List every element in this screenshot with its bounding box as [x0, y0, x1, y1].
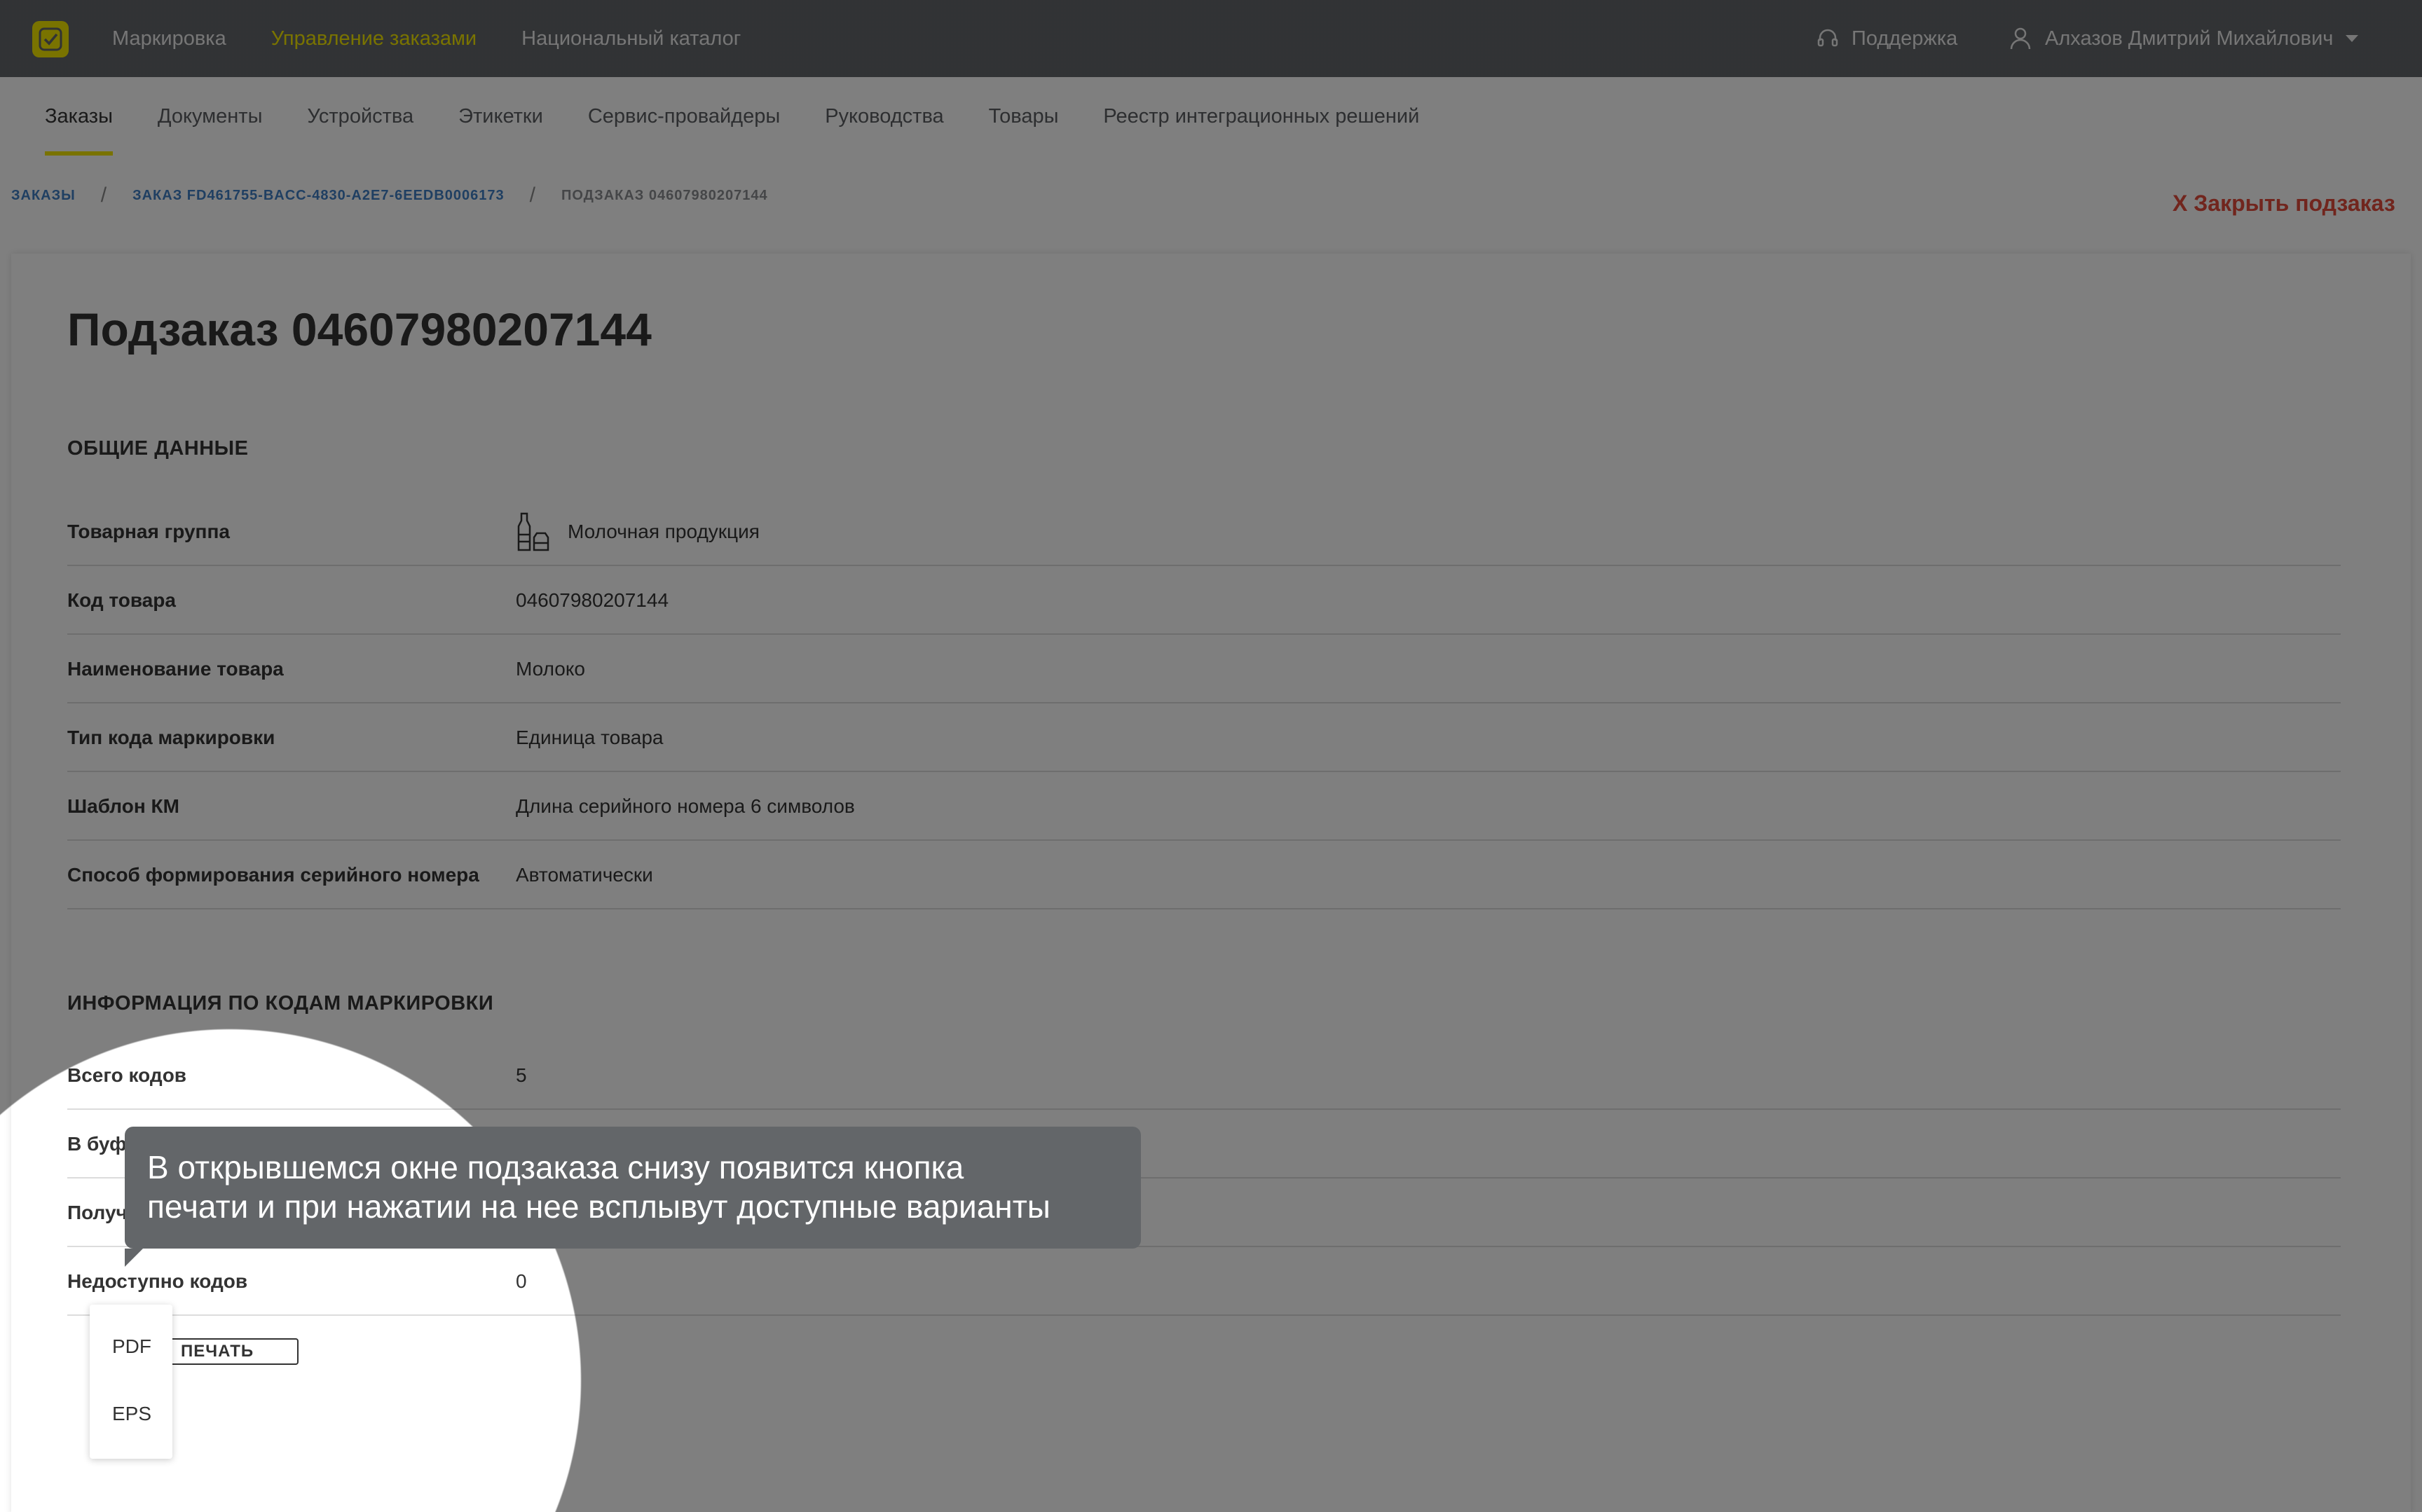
- tab-orders[interactable]: Заказы: [45, 77, 113, 156]
- breadcrumb-separator: /: [100, 184, 108, 207]
- print-option-pdf[interactable]: PDF: [90, 1313, 172, 1380]
- section-codes-title: ИНФОРМАЦИЯ ПО КОДАМ МАРКИРОВКИ: [67, 992, 494, 1015]
- close-suborder-button[interactable]: X Закрыть подзаказ: [2173, 191, 2395, 217]
- tab-integration-registry[interactable]: Реестр интеграционных решений: [1103, 77, 1419, 156]
- user-menu[interactable]: Алхазов Дмитрий Михайлович: [2010, 0, 2359, 77]
- row-value: 04607980207144: [516, 589, 669, 611]
- page-title: Подзаказ 04607980207144: [67, 303, 652, 355]
- top-nav-national-catalog[interactable]: Национальный каталог: [521, 27, 741, 50]
- row-value: Длина серийного номера 6 символов: [516, 795, 855, 817]
- row-label: Всего кодов: [67, 1064, 187, 1086]
- info-row: Шаблон КМ Длина серийного номера 6 симво…: [67, 772, 2341, 841]
- sub-nav: Заказы Документы Устройства Этикетки Сер…: [0, 77, 2422, 156]
- codes-row: Недоступно кодов 0: [67, 1247, 2341, 1316]
- tooltip-line-1: В открывшемся окне подзаказа снизу появи…: [147, 1149, 964, 1185]
- row-label: Код товара: [67, 589, 176, 611]
- top-nav: Маркировка Управление заказами Националь…: [112, 0, 786, 77]
- breadcrumb-order[interactable]: ЗАКАЗ FD461755-BACC-4830-A2E7-6EEDB00061…: [132, 188, 505, 204]
- row-value: Молочная продукция: [568, 521, 760, 542]
- info-row: Способ формирования серийного номера Авт…: [67, 841, 2341, 909]
- milk-bottle-icon: [517, 512, 549, 551]
- tab-devices[interactable]: Устройства: [307, 77, 413, 156]
- logo-icon: [39, 27, 62, 51]
- tab-documents[interactable]: Документы: [158, 77, 263, 156]
- support-label: Поддержка: [1852, 27, 1958, 50]
- row-label: В буф: [67, 1133, 127, 1155]
- tooltip-line-2: печати и при нажатии на нее всплывут дос…: [147, 1188, 1051, 1225]
- info-row: Наименование товара Молоко: [67, 635, 2341, 703]
- info-row: Код товара 04607980207144: [67, 566, 2341, 635]
- logo[interactable]: [32, 21, 69, 57]
- tutorial-tooltip: В открывшемся окне подзаказа снизу появи…: [125, 1127, 1141, 1267]
- breadcrumb-current: ПОДЗАКАЗ 04607980207144: [561, 187, 768, 203]
- row-label: Наименование товара: [67, 658, 284, 680]
- tab-goods[interactable]: Товары: [989, 77, 1059, 156]
- user-icon: [2010, 27, 2031, 50]
- suborder-card: Подзаказ 04607980207144 ОБЩИЕ ДАННЫЕ Тов…: [11, 254, 2411, 1512]
- info-row: Товарная группа Молочная продукция: [67, 497, 2341, 566]
- row-label: Шаблон КМ: [67, 795, 179, 817]
- row-label: Тип кода маркировки: [67, 727, 275, 748]
- print-option-eps[interactable]: EPS: [90, 1380, 172, 1448]
- top-nav-orders-management[interactable]: Управление заказами: [271, 27, 477, 50]
- section-general-title: ОБЩИЕ ДАННЫЕ: [67, 437, 249, 460]
- tab-labels[interactable]: Этикетки: [458, 77, 543, 156]
- info-row: Тип кода маркировки Единица товара: [67, 703, 2341, 772]
- row-value: Единица товара: [516, 727, 664, 748]
- user-name: Алхазов Дмитрий Михайлович: [2045, 27, 2334, 50]
- row-label: Товарная группа: [67, 521, 230, 542]
- row-label: Получ: [67, 1202, 128, 1223]
- breadcrumb-separator: /: [529, 184, 537, 207]
- row-label: Способ формирования серийного номера: [67, 864, 479, 886]
- top-bar: Маркировка Управление заказами Националь…: [0, 0, 2422, 77]
- breadcrumb-orders[interactable]: ЗАКАЗЫ: [11, 188, 76, 204]
- row-value: Автоматически: [516, 864, 653, 886]
- codes-row: Всего кодов 5: [67, 1041, 2341, 1110]
- row-value: 0: [516, 1270, 527, 1292]
- support-link[interactable]: Поддержка: [1817, 0, 1957, 77]
- print-format-dropdown: PDF EPS: [90, 1305, 172, 1459]
- breadcrumb: ЗАКАЗЫ / ЗАКАЗ FD461755-BACC-4830-A2E7-6…: [11, 184, 768, 207]
- row-value: Молоко: [516, 658, 585, 680]
- tab-guides[interactable]: Руководства: [825, 77, 943, 156]
- row-value: 5: [516, 1064, 527, 1086]
- print-button[interactable]: ПЕЧАТЬ: [165, 1338, 299, 1365]
- top-nav-marking[interactable]: Маркировка: [112, 27, 226, 50]
- tab-service-providers[interactable]: Сервис-провайдеры: [588, 77, 780, 156]
- headset-icon: [1817, 29, 1838, 47]
- chevron-down-icon: [2346, 35, 2359, 42]
